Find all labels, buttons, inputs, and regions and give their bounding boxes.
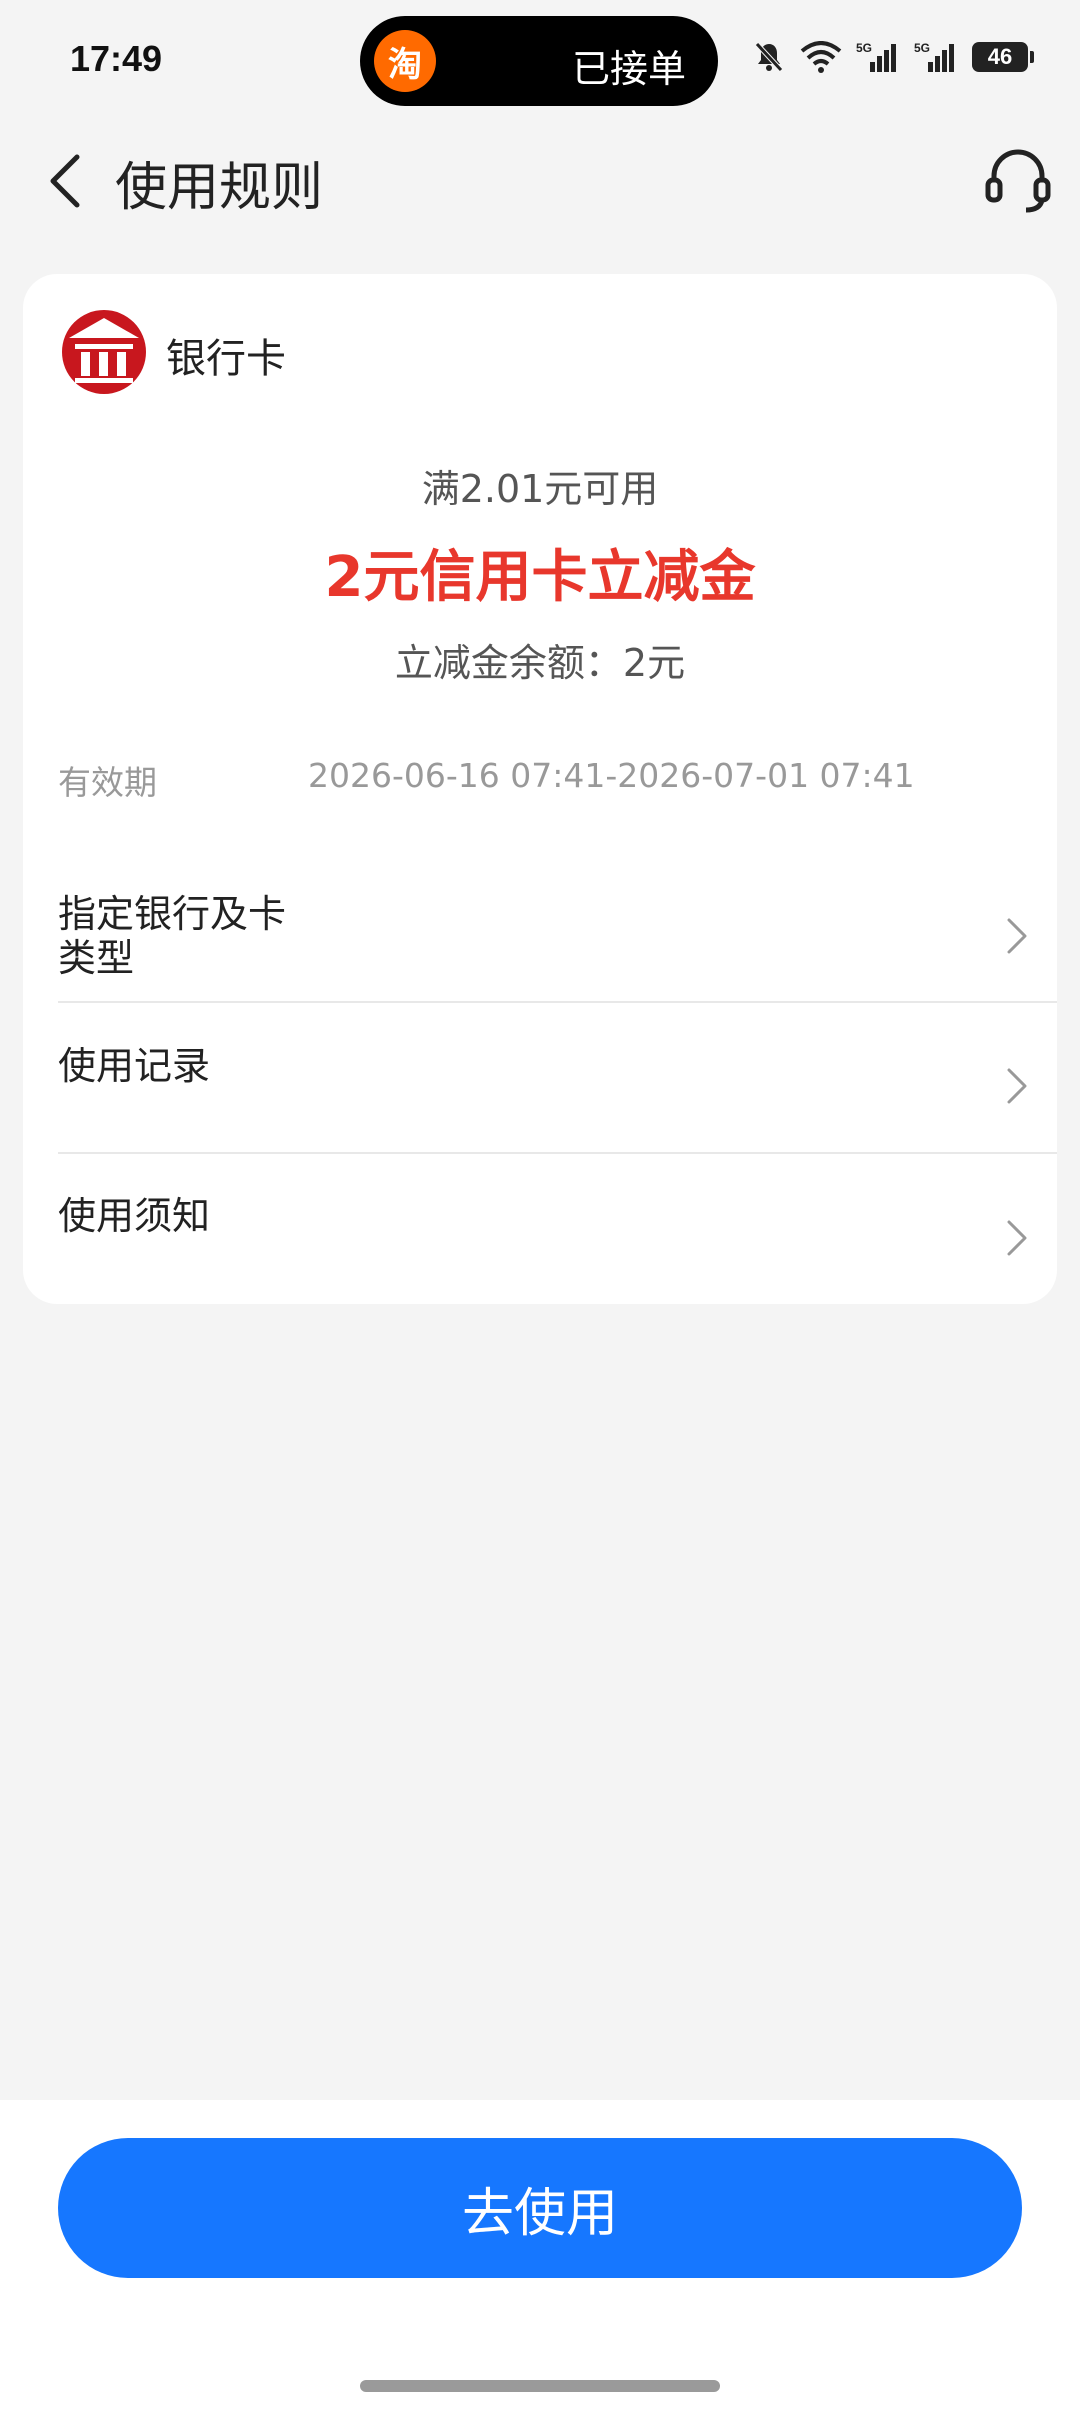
usage-threshold: 满2.01元可用 — [421, 467, 659, 511]
customer-service-button[interactable] — [976, 138, 1060, 222]
page-title: 使用规则 — [115, 158, 324, 218]
chevron-left-icon — [50, 154, 80, 208]
bank-logo-icon — [62, 310, 146, 394]
back-button[interactable] — [30, 146, 100, 216]
cellular-signal-icon-2: 5G — [914, 41, 954, 72]
headset-icon — [985, 149, 1051, 213]
chevron-right-icon — [1007, 1068, 1027, 1104]
row-usage-notice[interactable]: 使用须知 — [58, 1194, 1057, 1294]
status-bar: 17:49 淘 已接单 5G 5G 46 — [0, 0, 1080, 120]
header: 使用规则 — [0, 120, 1080, 240]
status-icons: 5G 5G 46 — [752, 40, 1034, 74]
validity-label: 有效期 — [58, 763, 157, 802]
divider — [58, 1152, 1057, 1154]
mute-bell-icon — [755, 42, 783, 72]
coupon-balance: 立减金余额：2元 — [394, 641, 686, 685]
battery-icon: 46 — [972, 42, 1034, 72]
row-label: 使用记录 — [58, 1044, 211, 1088]
coupon-card: 银行卡 满2.01元可用 2元信用卡立减金 立减金余额：2元 有效期 2026-… — [23, 274, 1057, 1304]
bank-name: 银行卡 — [166, 336, 286, 382]
row-label-line2: 类型 — [58, 936, 135, 980]
bottom-action-bar: 去使用 — [0, 2100, 1080, 2412]
chevron-right-icon — [1007, 918, 1027, 954]
row-label: 指定银行及卡 类型 — [58, 892, 286, 980]
cellular-signal-icon: 5G — [856, 41, 896, 72]
dynamic-island[interactable]: 淘 已接单 — [360, 16, 718, 106]
taobao-app-icon: 淘 — [374, 30, 436, 92]
island-status-text: 已接单 — [571, 47, 686, 91]
use-coupon-button[interactable]: 去使用 — [58, 2138, 1022, 2278]
row-label: 使用须知 — [58, 1194, 211, 1238]
svg-text:5G: 5G — [856, 41, 872, 55]
wifi-icon — [800, 41, 842, 73]
coupon-title: 2元信用卡立减金 — [324, 545, 756, 610]
chevron-right-icon — [1007, 1220, 1027, 1256]
row-usage-records[interactable]: 使用记录 — [58, 1044, 1057, 1164]
row-label-line1: 指定银行及卡 — [58, 892, 287, 936]
divider — [58, 1001, 1057, 1003]
status-time: 17:49 — [70, 38, 163, 79]
validity-value: 2026-06-16 07:41-2026-07-01 07:41 — [308, 756, 915, 795]
home-indicator[interactable] — [360, 2380, 720, 2392]
svg-text:5G: 5G — [914, 41, 930, 55]
